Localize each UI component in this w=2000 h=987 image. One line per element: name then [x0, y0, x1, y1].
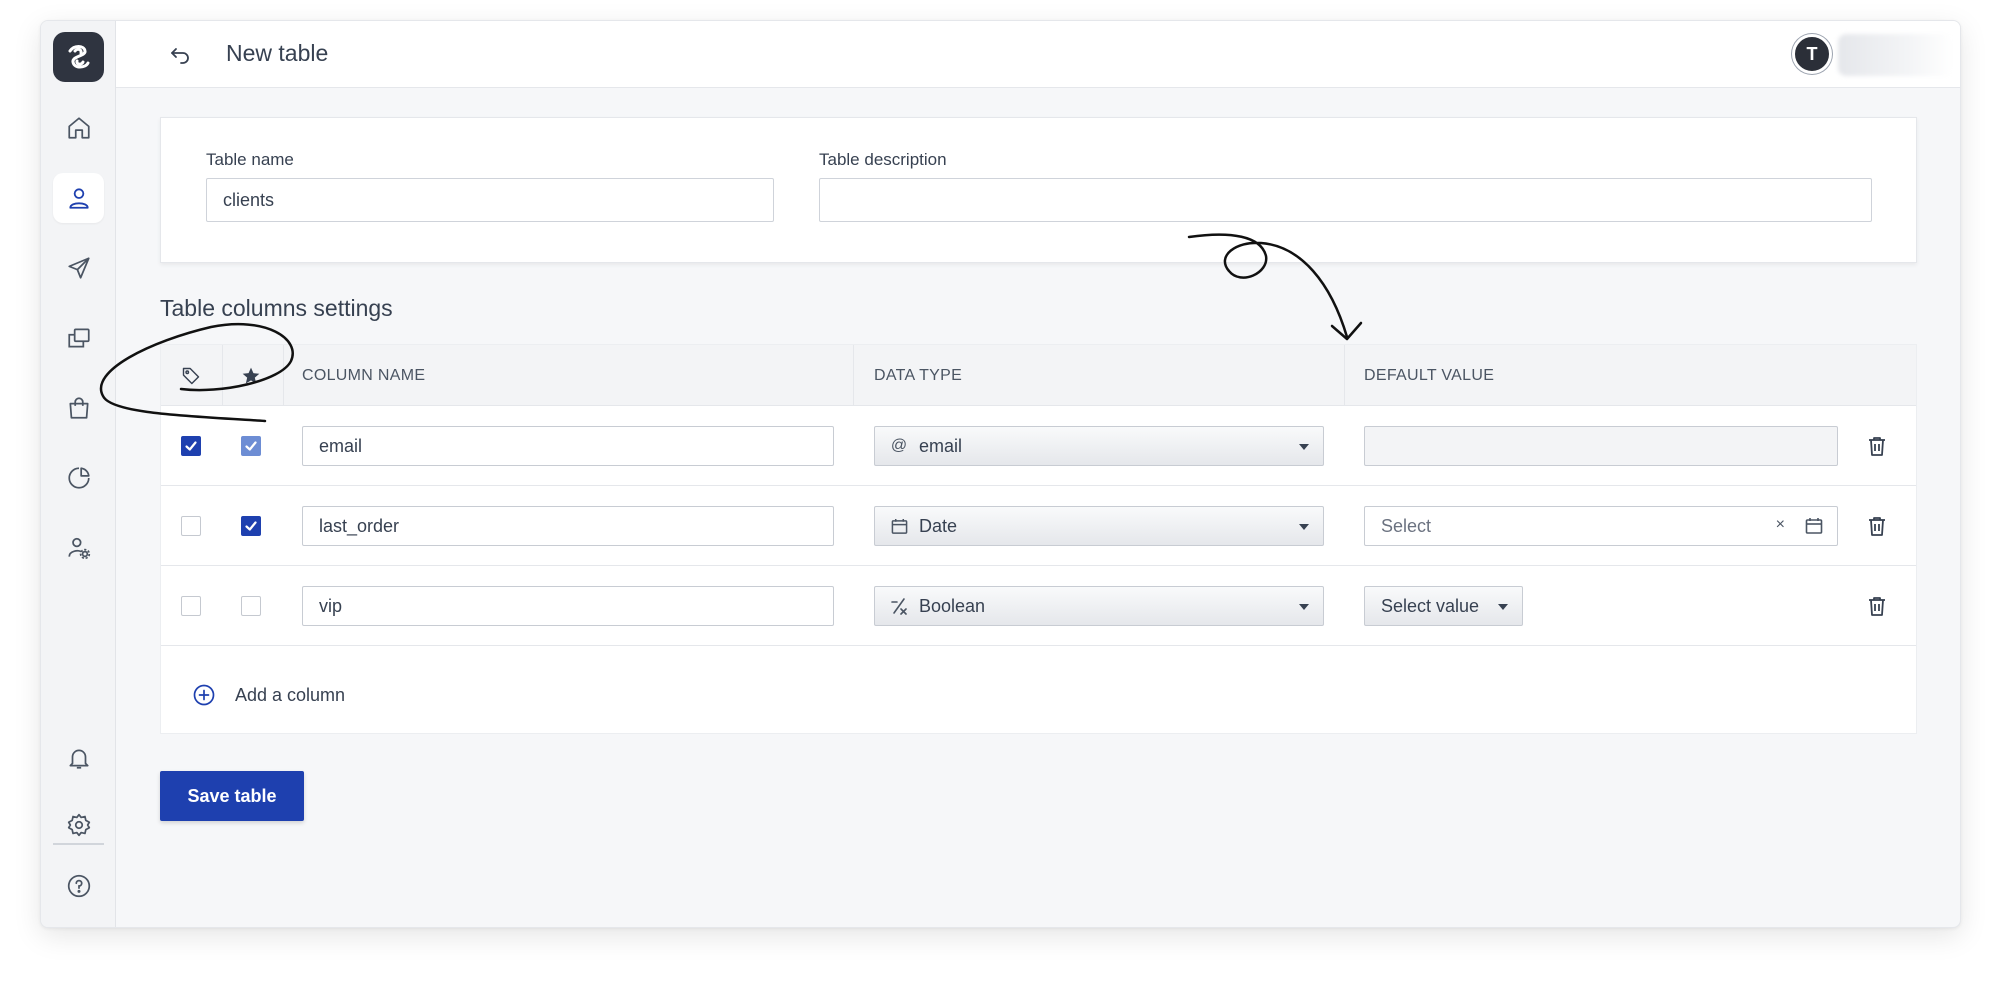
shopping-bag-icon: [68, 397, 89, 419]
date-placeholder: Select: [1381, 515, 1432, 536]
app-window: New table T Table name Table description…: [40, 20, 1961, 928]
sidebar-item-shop[interactable]: [53, 383, 104, 433]
header-separator: [1344, 345, 1345, 406]
page-title: New table: [226, 40, 329, 66]
table-row: last_order Date Select ×: [161, 486, 1916, 566]
arrow-head-icon: [1330, 321, 1363, 341]
table-header: COLUMN NAME DATA TYPE DEFAULT VALUE: [161, 345, 1916, 406]
delete-row-button[interactable]: [1866, 595, 1888, 617]
boolean-icon: [889, 596, 909, 616]
sidebar-item-templates[interactable]: [53, 313, 104, 363]
sidebar-item-notifications[interactable]: [53, 733, 104, 783]
default-value-select[interactable]: Select value: [1364, 586, 1523, 626]
delete-row-button[interactable]: [1866, 435, 1888, 457]
column-name-input[interactable]: email: [302, 426, 834, 466]
table-row: email @ email: [161, 406, 1916, 486]
add-column-label: Add a column: [235, 684, 346, 705]
home-icon: [67, 117, 90, 139]
at-sign-icon: @: [890, 437, 908, 454]
sidebar-item-user-settings[interactable]: [53, 523, 104, 573]
clear-icon[interactable]: ×: [1776, 516, 1785, 534]
default-value-header: DEFAULT VALUE: [1364, 366, 1495, 384]
data-type-select[interactable]: Date: [874, 506, 1324, 546]
table-info-card: Table name Table description: [160, 117, 1917, 263]
plus-circle-icon: [193, 684, 215, 706]
tag-checkbox[interactable]: [181, 596, 201, 616]
caret-down-icon: [1299, 604, 1309, 610]
trash-icon: [1869, 437, 1885, 456]
star-icon: [242, 367, 260, 383]
header-separator: [222, 345, 223, 406]
sidebar-item-reports[interactable]: [53, 453, 104, 503]
column-name-input[interactable]: last_order: [302, 506, 834, 546]
pie-chart-icon: [67, 467, 90, 489]
tag-icon: [182, 367, 200, 384]
send-icon: [67, 257, 90, 279]
tag-column-header: [181, 345, 201, 406]
back-button[interactable]: [166, 43, 196, 67]
calendar-icon[interactable]: [1805, 517, 1823, 540]
sidebar-item-campaigns[interactable]: [53, 243, 104, 293]
header-separator: [853, 345, 854, 406]
sidebar-item-contacts[interactable]: [53, 173, 104, 223]
table-row: vip Boolean Select value: [161, 566, 1916, 646]
brand-logo-icon[interactable]: [53, 32, 104, 82]
default-date-picker[interactable]: Select ×: [1364, 506, 1838, 546]
data-type-select[interactable]: Boolean: [874, 586, 1324, 626]
top-bar: New table T: [116, 21, 1960, 88]
undo-arrow-icon: [171, 48, 189, 64]
default-value-input[interactable]: [1364, 426, 1838, 466]
column-name-header: COLUMN NAME: [302, 366, 426, 384]
user-name-redacted: [1838, 34, 1953, 76]
star-checkbox[interactable]: [241, 596, 261, 616]
data-type-select[interactable]: @ email: [874, 426, 1324, 466]
sidebar-item-help[interactable]: [53, 861, 104, 911]
delete-row-button[interactable]: [1866, 515, 1888, 537]
data-type-value: Date: [919, 515, 958, 536]
star-checkbox[interactable]: [241, 516, 261, 536]
column-name-input[interactable]: vip: [302, 586, 834, 626]
data-type-header: DATA TYPE: [874, 366, 963, 384]
table-description-input[interactable]: [819, 178, 1872, 222]
copy-icon: [67, 328, 90, 348]
header-separator: [283, 345, 284, 406]
table-name-input[interactable]: [206, 178, 774, 222]
caret-down-icon: [1498, 604, 1508, 610]
calendar-icon: [889, 516, 909, 536]
table-name-label: Table name: [206, 150, 294, 169]
avatar[interactable]: T: [1792, 34, 1832, 74]
caret-down-icon: [1299, 524, 1309, 530]
sidebar-divider: [53, 843, 104, 845]
save-table-button[interactable]: Save table: [160, 771, 304, 821]
data-type-value: Boolean: [919, 595, 986, 616]
star-checkbox[interactable]: [241, 436, 261, 456]
section-title: Table columns settings: [160, 295, 393, 321]
trash-icon: [1869, 597, 1885, 616]
gear-icon: [67, 813, 90, 837]
columns-table: COLUMN NAME DATA TYPE DEFAULT VALUE emai…: [160, 344, 1917, 734]
tag-checkbox[interactable]: [181, 436, 201, 456]
table-description-label: Table description: [819, 150, 947, 169]
sidebar-item-home[interactable]: [53, 103, 104, 153]
caret-down-icon: [1299, 444, 1309, 450]
add-column-button[interactable]: Add a column: [193, 684, 345, 706]
data-type-value: email: [919, 435, 963, 456]
trash-icon: [1869, 517, 1885, 536]
tag-checkbox[interactable]: [181, 516, 201, 536]
sidebar: [41, 21, 116, 927]
user-settings-icon: [67, 537, 90, 560]
bell-icon: [68, 749, 89, 769]
user-icon: [68, 188, 89, 209]
select-value-label: Select value: [1381, 595, 1480, 616]
star-column-header: [241, 345, 261, 406]
help-icon: [67, 874, 90, 898]
